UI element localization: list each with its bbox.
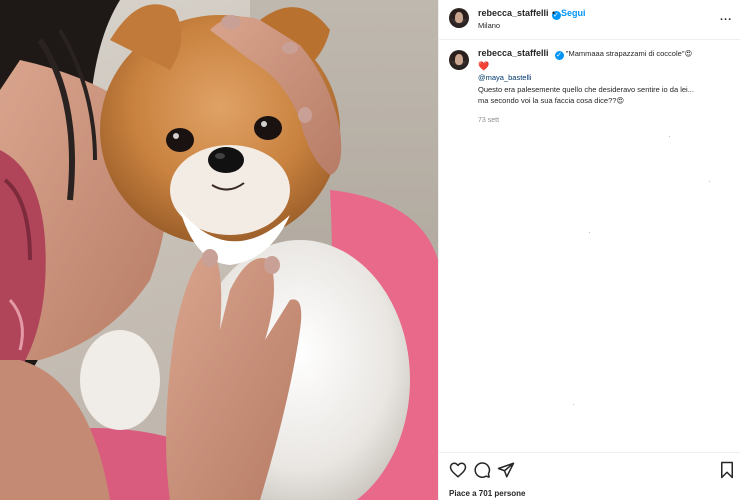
author-avatar[interactable] bbox=[449, 8, 469, 28]
post-side-panel: rebecca_staffelli ✓ • Segui Milano ... re… bbox=[438, 0, 740, 500]
dust-speck bbox=[589, 232, 590, 233]
comment-icon[interactable] bbox=[473, 461, 491, 479]
dust-speck bbox=[573, 404, 574, 405]
author-username[interactable]: rebecca_staffelli bbox=[478, 8, 549, 18]
paper-plane-icon[interactable] bbox=[497, 461, 515, 479]
verified-badge-icon: ✓ bbox=[554, 51, 564, 60]
avatar-face-shape bbox=[455, 54, 463, 66]
more-options-icon[interactable]: ... bbox=[720, 11, 732, 23]
post-actions-bar: Piace a 701 persone bbox=[439, 452, 740, 500]
dust-speck bbox=[669, 136, 670, 137]
caption-line-1: Questo era palesemente quello che deside… bbox=[478, 84, 694, 94]
author-username-row: rebecca_staffelli ✓ bbox=[478, 8, 561, 20]
caption-username[interactable]: rebecca_staffelli bbox=[478, 48, 549, 58]
photo-woman-kissing-pomeranian bbox=[0, 0, 438, 500]
bookmark-icon[interactable] bbox=[718, 461, 736, 479]
caption-line-2: ma secondo voi la sua faccia cosa dice??… bbox=[478, 96, 625, 105]
heart-icon[interactable] bbox=[449, 461, 467, 479]
dust-speck bbox=[709, 181, 710, 182]
post-photo[interactable] bbox=[0, 0, 438, 500]
caption-author-avatar[interactable] bbox=[449, 50, 469, 70]
caption-timestamp[interactable]: 73 sett bbox=[478, 115, 733, 127]
post-header: rebecca_staffelli ✓ • Segui Milano ... bbox=[439, 0, 740, 40]
follow-button[interactable]: Segui bbox=[561, 8, 586, 18]
instagram-post: rebecca_staffelli ✓ • Segui Milano ... re… bbox=[0, 0, 740, 500]
likes-count[interactable]: Piace a 701 persone bbox=[449, 489, 526, 498]
header-separator: • bbox=[552, 8, 556, 18]
caption-body: rebecca_staffelli ✓ "Mammaaa strapazzami … bbox=[478, 48, 733, 126]
post-location[interactable]: Milano bbox=[478, 21, 500, 30]
avatar-face-shape bbox=[455, 12, 463, 24]
red-heart-emoji: ❤️ bbox=[478, 61, 490, 71]
caption-quote: "Mammaaa strapazzami di coccole"😍 bbox=[565, 49, 693, 58]
caption-mention-link[interactable]: @maya_bastelli bbox=[478, 72, 733, 84]
